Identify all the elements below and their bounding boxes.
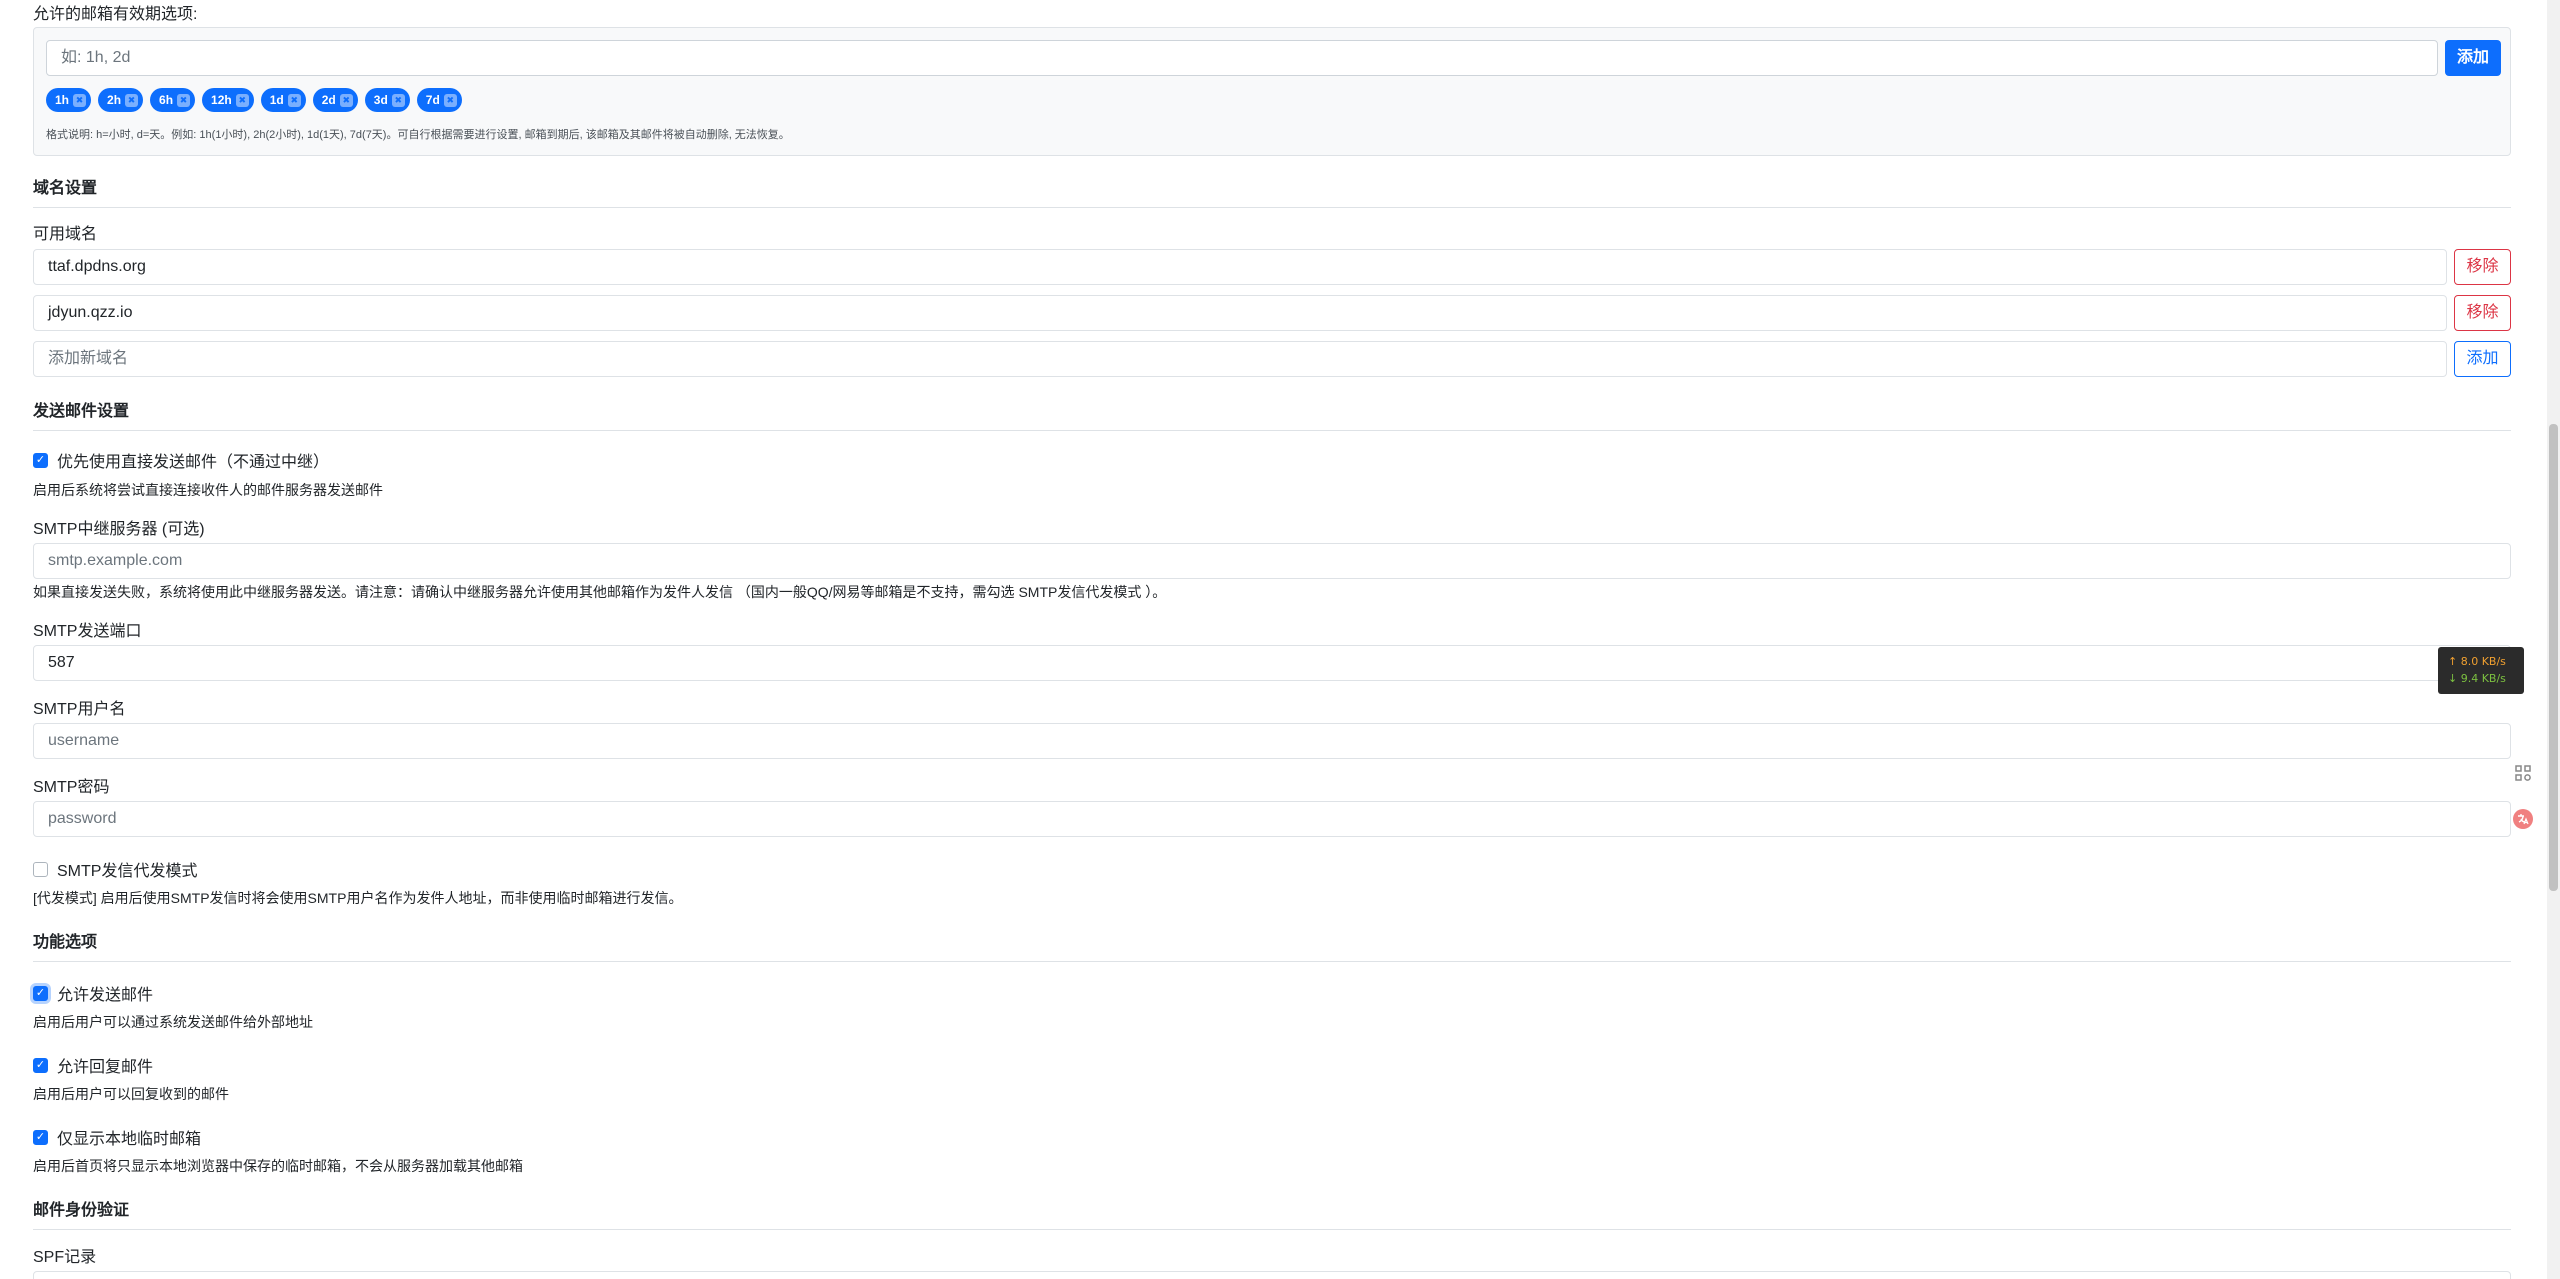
relay-server-help: 如果直接发送失败，系统将使用此中继服务器发送。请注意：请确认中继服务器允许使用其… [33,584,1167,600]
remove-chip-icon[interactable]: ✖ [339,93,353,107]
smtp-username-input[interactable]: username [33,723,2511,759]
direct-send-checkbox[interactable]: ✓ [33,452,48,468]
remove-domain-button[interactable]: 移除 [2454,249,2511,285]
expiry-options-label: 允许的邮箱有效期选项: [33,6,198,23]
page-scrollbar-thumb[interactable] [2549,424,2558,891]
smtp-proxy-checkbox[interactable] [33,861,48,877]
expiry-chip: 3d ✖ [364,88,410,112]
section-divider [33,961,2511,962]
remove-chip-icon[interactable]: ✖ [391,93,405,107]
relay-server-input[interactable]: smtp.example.com [33,543,2511,579]
apps-grid-icon[interactable] [2512,764,2534,786]
add-expiry-button[interactable]: 添加 [2445,40,2501,76]
expiry-chip: 1h ✖ [46,88,92,112]
allow-reply-help: 启用后用户可以回复收到的邮件 [33,1086,229,1102]
expiry-chip: 1d ✖ [260,88,306,112]
expiry-options-box: 如: 1h, 2d 添加 1h ✖ 2h ✖ 6h ✖ 12h ✖ 1d ✖ 2d ✖ 3d… [33,27,2511,156]
translate-icon[interactable] [2512,808,2534,830]
domain-section-title: 域名设置 [33,180,98,197]
domain-field[interactable]: jdyun.qzz.io [33,295,2447,331]
expiry-chip-list: 1h ✖ 2h ✖ 6h ✖ 12h ✖ 1d ✖ 2d ✖ 3d ✖ 7d ✖ [46,88,462,112]
remove-chip-icon[interactable]: ✖ [125,93,139,107]
upload-speed: ↑ 8.0 KB/s [2448,655,2506,668]
local-only-option[interactable]: ✓ 仅显示本地临时邮箱 [33,1125,201,1149]
send-section-title: 发送邮件设置 [33,403,130,420]
remove-chip-icon[interactable]: ✖ [287,93,301,107]
smtp-port-label: SMTP发送端口 [33,623,142,640]
remove-domain-button[interactable]: 移除 [2454,295,2511,331]
allow-send-option[interactable]: ✓ 允许发送邮件 [33,981,153,1005]
remove-chip-icon[interactable]: ✖ [235,93,249,107]
expiry-chip: 6h ✖ [150,88,196,112]
allow-send-label: 允许发送邮件 [57,987,154,1004]
expiry-chip: 7d ✖ [416,88,462,112]
allow-reply-label: 允许回复邮件 [57,1059,154,1076]
allow-reply-option[interactable]: ✓ 允许回复邮件 [33,1053,153,1077]
allow-send-checkbox[interactable]: ✓ [33,985,48,1001]
remove-chip-icon[interactable]: ✖ [443,93,457,107]
domain-field[interactable]: ttaf.dpdns.org [33,249,2447,285]
network-speed-widget: ↑ 8.0 KB/s ↓ 9.4 KB/s [2438,647,2524,694]
spf-record-field[interactable] [33,1271,2511,1279]
download-speed: ↓ 9.4 KB/s [2448,672,2506,685]
smtp-password-input[interactable]: password [33,801,2511,837]
remove-chip-icon[interactable]: ✖ [73,93,87,107]
direct-send-label: 优先使用直接发送邮件（不通过中继） [57,454,330,471]
add-domain-button[interactable]: 添加 [2454,341,2511,377]
allow-send-help: 启用后用户可以通过系统发送邮件给外部地址 [33,1014,313,1030]
expiry-chip: 12h ✖ [202,88,254,112]
auth-section-title: 邮件身份验证 [33,1202,130,1219]
smtp-proxy-help: [代发模式] 启用后使用SMTP发信时将会使用SMTP用户名作为发件人地址，而非… [33,890,683,906]
local-only-help: 启用后首页将只显示本地浏览器中保存的临时邮箱，不会从服务器加载其他邮箱 [33,1158,523,1174]
remove-chip-icon[interactable]: ✖ [177,93,191,107]
smtp-password-label: SMTP密码 [33,779,110,796]
local-only-label: 仅显示本地临时邮箱 [57,1131,202,1148]
spf-record-label: SPF记录 [33,1249,97,1266]
smtp-port-input[interactable]: 587 [33,645,2511,681]
section-divider [33,1229,2511,1230]
section-divider [33,207,2511,208]
expiry-chip: 2h ✖ [98,88,144,112]
smtp-username-label: SMTP用户名 [33,701,126,718]
direct-send-help: 启用后系统将尝试直接连接收件人的邮件服务器发送邮件 [33,482,383,498]
expiry-input[interactable]: 如: 1h, 2d [46,40,2438,76]
direct-send-option[interactable]: ✓ 优先使用直接发送邮件（不通过中继） [33,448,329,472]
section-divider [33,430,2511,431]
relay-server-label: SMTP中继服务器 (可选) [33,521,205,538]
features-section-title: 功能选项 [33,934,98,951]
smtp-proxy-option[interactable]: SMTP发信代发模式 [33,857,197,881]
new-domain-input[interactable]: 添加新域名 [33,341,2447,377]
available-domains-label: 可用域名 [33,226,98,243]
expiry-chip: 2d ✖ [312,88,358,112]
expiry-format-hint: 格式说明: h=小时, d=天。例如: 1h(1小时), 2h(2小时), 1d… [46,129,790,141]
local-only-checkbox[interactable]: ✓ [33,1129,48,1145]
allow-reply-checkbox[interactable]: ✓ [33,1057,48,1073]
smtp-proxy-label: SMTP发信代发模式 [57,863,198,880]
